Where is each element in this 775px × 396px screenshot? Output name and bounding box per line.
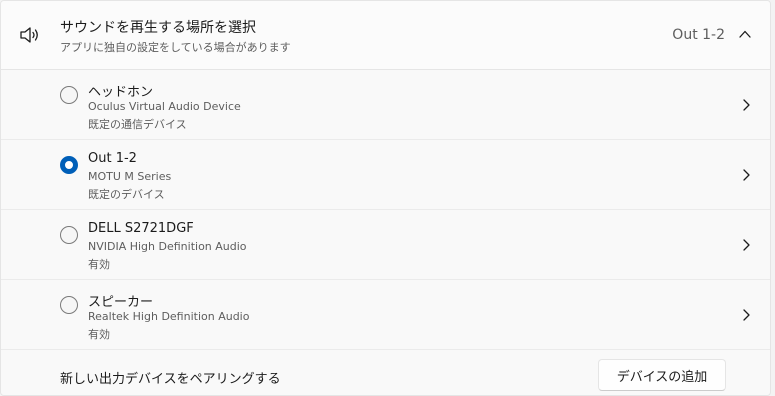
device-row-out-1-2[interactable]: Out 1-2 MOTU M Series 既定のデバイス — [1, 140, 770, 210]
device-driver: Oculus Virtual Audio Device — [88, 100, 241, 113]
pair-device-label: 新しい出力デバイスをペアリングする — [60, 372, 281, 387]
chevron-right-icon[interactable] — [740, 308, 752, 322]
device-status: 既定の通信デバイス — [88, 118, 187, 131]
device-name: ヘッドホン — [88, 85, 154, 100]
current-device-value: Out 1-2 — [672, 27, 725, 43]
device-radio-dell-monitor[interactable] — [60, 226, 78, 244]
output-device-panel: サウンドを再生する場所を選択 アプリに独自の設定をしている場合があります Out… — [0, 0, 771, 396]
device-radio-headphones[interactable] — [60, 86, 78, 104]
chevron-right-icon[interactable] — [740, 98, 752, 112]
device-driver: Realtek High Definition Audio — [88, 310, 250, 323]
speaker-icon — [20, 27, 38, 43]
device-name: DELL S2721DGF — [88, 221, 194, 236]
device-status: 有効 — [88, 328, 110, 341]
device-name: スピーカー — [88, 295, 154, 310]
device-status: 既定のデバイス — [88, 188, 165, 201]
device-name: Out 1-2 — [88, 151, 137, 166]
output-device-header[interactable]: サウンドを再生する場所を選択 アプリに独自の設定をしている場合があります Out… — [1, 1, 770, 70]
device-driver: MOTU M Series — [88, 170, 172, 183]
device-row-headphones[interactable]: ヘッドホン Oculus Virtual Audio Device 既定の通信デ… — [1, 70, 770, 140]
header-subtitle: アプリに独自の設定をしている場合があります — [60, 41, 291, 54]
device-radio-speakers[interactable] — [60, 296, 78, 314]
chevron-right-icon[interactable] — [740, 238, 752, 252]
device-row-speakers[interactable]: スピーカー Realtek High Definition Audio 有効 — [1, 280, 770, 350]
device-driver: NVIDIA High Definition Audio — [88, 240, 247, 253]
header-title: サウンドを再生する場所を選択 — [60, 20, 256, 36]
device-radio-out-1-2[interactable] — [60, 156, 78, 174]
pair-device-row: 新しい出力デバイスをペアリングする デバイスの追加 — [1, 350, 770, 395]
chevron-up-icon[interactable] — [738, 27, 752, 41]
chevron-right-icon[interactable] — [740, 168, 752, 182]
device-row-dell-monitor[interactable]: DELL S2721DGF NVIDIA High Definition Aud… — [1, 210, 770, 280]
add-device-button[interactable]: デバイスの追加 — [598, 359, 726, 391]
device-status: 有効 — [88, 258, 110, 271]
device-list: ヘッドホン Oculus Virtual Audio Device 既定の通信デ… — [1, 70, 770, 350]
